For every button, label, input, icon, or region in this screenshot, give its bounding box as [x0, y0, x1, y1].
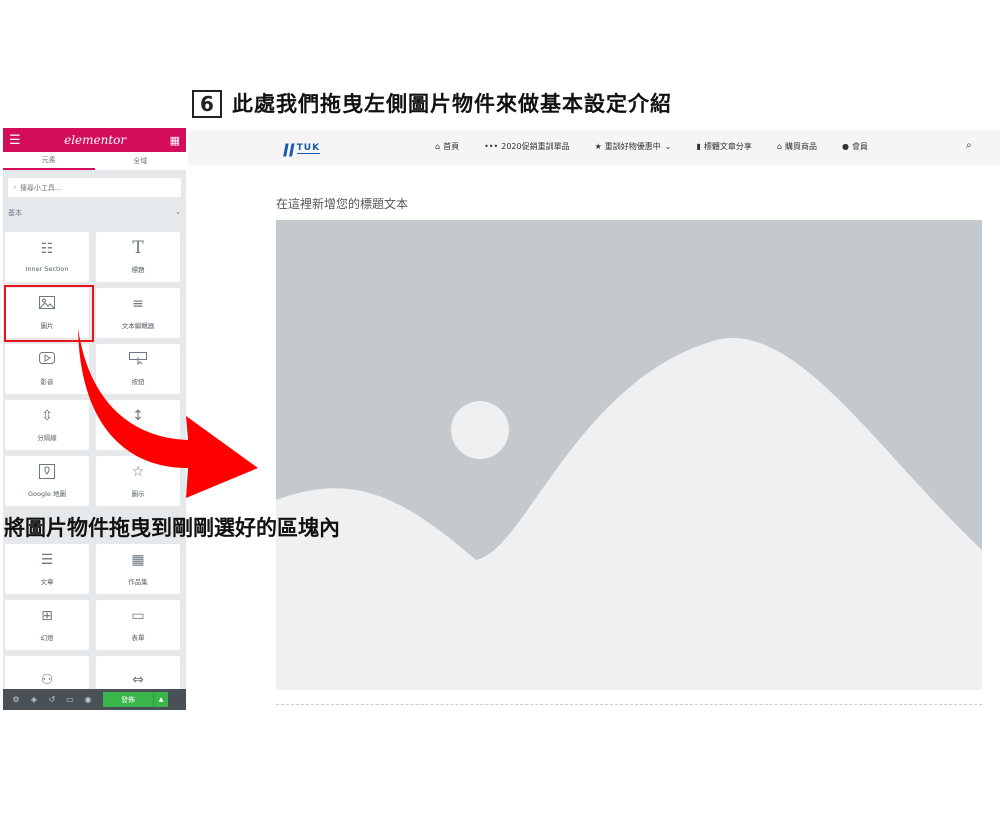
site-logo[interactable]: ꞁꞁ TUK — [283, 138, 321, 158]
widget-label: Inner Section — [25, 265, 69, 273]
home-icon: ⌂ — [435, 142, 441, 151]
widget-label: 表單 — [131, 634, 145, 642]
nav-item-promo[interactable]: ••• 2020促銷重訓單品 — [484, 141, 570, 152]
drag-arrow-icon — [78, 328, 258, 498]
heading-icon: T — [132, 238, 144, 258]
panel-footer: ⚙ ◈ ↺ ▭ ◉ 發佈 ▲ — [3, 689, 186, 710]
gear-icon[interactable]: ⚙ — [7, 695, 25, 704]
user-icon: ● — [841, 142, 849, 151]
panel-tabs: 元素 全域 — [3, 152, 186, 170]
widget-label: 文章 — [40, 578, 54, 586]
video-icon — [39, 352, 55, 370]
nav-menu-icon: ⇔ — [132, 672, 144, 688]
widget-label: 分隔線 — [37, 434, 57, 442]
site-navbar: ꞁꞁ TUK ⌂ 首頁 ••• 2020促銷重訓單品 ★ 重訓好物優惠中 ⌄ ▮ 標體文章… — [188, 130, 1000, 165]
nav-label: 會員 — [851, 142, 868, 151]
panel-header: ☰ elementor ▦ — [3, 128, 186, 152]
widget-portfolio[interactable]: ▦ 作品集 — [96, 544, 180, 594]
form-icon: ▭ — [131, 608, 145, 624]
category-header[interactable]: 基本 ⌄ — [8, 208, 181, 220]
step-number-badge: 6 — [192, 90, 222, 118]
chevron-down-icon: ⌄ — [175, 208, 181, 216]
section-divider — [276, 704, 982, 705]
nav-label: 2020促銷重訓單品 — [501, 142, 570, 151]
nav-item-home[interactable]: ⌂ 首頁 — [435, 141, 459, 152]
nav-label: 標體文章分享 — [703, 142, 752, 151]
site-nav-menu: ⌂ 首頁 ••• 2020促銷重訓單品 ★ 重訓好物優惠中 ⌄ ▮ 標體文章分享 ⌂ 購買商… — [435, 141, 893, 152]
widget-label: 影音 — [40, 378, 54, 386]
login-icon: ⚇ — [40, 672, 54, 688]
widget-posts[interactable]: ☰ 文章 — [5, 544, 89, 594]
widget-label: Google 地圖 — [28, 490, 66, 498]
instruction-title: 此處我們拖曳左側圖片物件來做基本設定介紹 — [232, 92, 672, 116]
logo-mark-icon: ꞁꞁ — [283, 138, 295, 158]
portfolio-icon: ▦ — [131, 552, 145, 568]
columns-icon: ☷ — [40, 241, 54, 257]
preview-eye-icon[interactable]: ◉ — [79, 695, 97, 704]
hamburger-menu-icon[interactable]: ☰ — [9, 133, 21, 148]
nav-item-articles[interactable]: ▮ 標體文章分享 — [696, 141, 751, 152]
page-heading[interactable]: 在這裡新增您的標題文本 — [276, 195, 408, 212]
layers-icon[interactable]: ◈ — [25, 695, 43, 704]
star-icon: ★ — [594, 142, 602, 151]
widget-label: 幻燈 — [40, 634, 54, 642]
dots-icon: ••• — [484, 142, 499, 151]
image-placeholder[interactable] — [276, 220, 982, 690]
nav-item-member[interactable]: ● 會員 — [842, 141, 868, 152]
publish-options-icon[interactable]: ▲ — [153, 692, 168, 707]
publish-button[interactable]: 發佈 — [103, 692, 153, 707]
logo-text: TUK — [296, 142, 321, 154]
widget-search[interactable]: ⌕ — [8, 178, 181, 197]
widget-form[interactable]: ▭ 表單 — [96, 600, 180, 650]
history-icon[interactable]: ↺ — [43, 695, 61, 704]
tab-elements[interactable]: 元素 — [3, 152, 95, 170]
nav-item-shop[interactable]: ⌂ 購買商品 — [777, 141, 817, 152]
divider-icon: ⇳ — [41, 408, 53, 424]
nav-label: 重訓好物優惠中 — [604, 142, 661, 151]
widget-search-input[interactable] — [16, 183, 160, 192]
chevron-down-icon: ⌄ — [664, 142, 672, 151]
search-icon[interactable]: ⌕ — [966, 140, 972, 151]
widget-heading[interactable]: T 標題 — [96, 232, 180, 282]
tab-global[interactable]: 全域 — [95, 152, 187, 170]
widget-label: 標題 — [131, 266, 145, 274]
instruction-caption: 將圖片物件拖曳到剛剛選好的區塊內 — [4, 516, 340, 540]
category-label: 基本 — [8, 209, 22, 217]
widget-inner-section[interactable]: ☷ Inner Section — [5, 232, 89, 282]
posts-icon: ☰ — [40, 552, 54, 568]
store-icon: ⌂ — [776, 142, 782, 151]
nav-label: 首頁 — [443, 142, 460, 151]
book-icon: ▮ — [696, 142, 701, 151]
elementor-logo: elementor — [64, 133, 127, 147]
nav-label: 購買商品 — [784, 142, 817, 151]
widgets-grid-icon[interactable]: ▦ — [170, 134, 180, 147]
widget-label: 作品集 — [128, 578, 148, 586]
widget-slides[interactable]: ⊞ 幻燈 — [5, 600, 89, 650]
slides-icon: ⊞ — [41, 608, 53, 624]
nav-item-deals[interactable]: ★ 重訓好物優惠中 ⌄ — [595, 141, 672, 152]
map-icon — [39, 464, 55, 482]
text-editor-icon: ≡ — [132, 296, 144, 312]
responsive-icon[interactable]: ▭ — [61, 695, 79, 704]
